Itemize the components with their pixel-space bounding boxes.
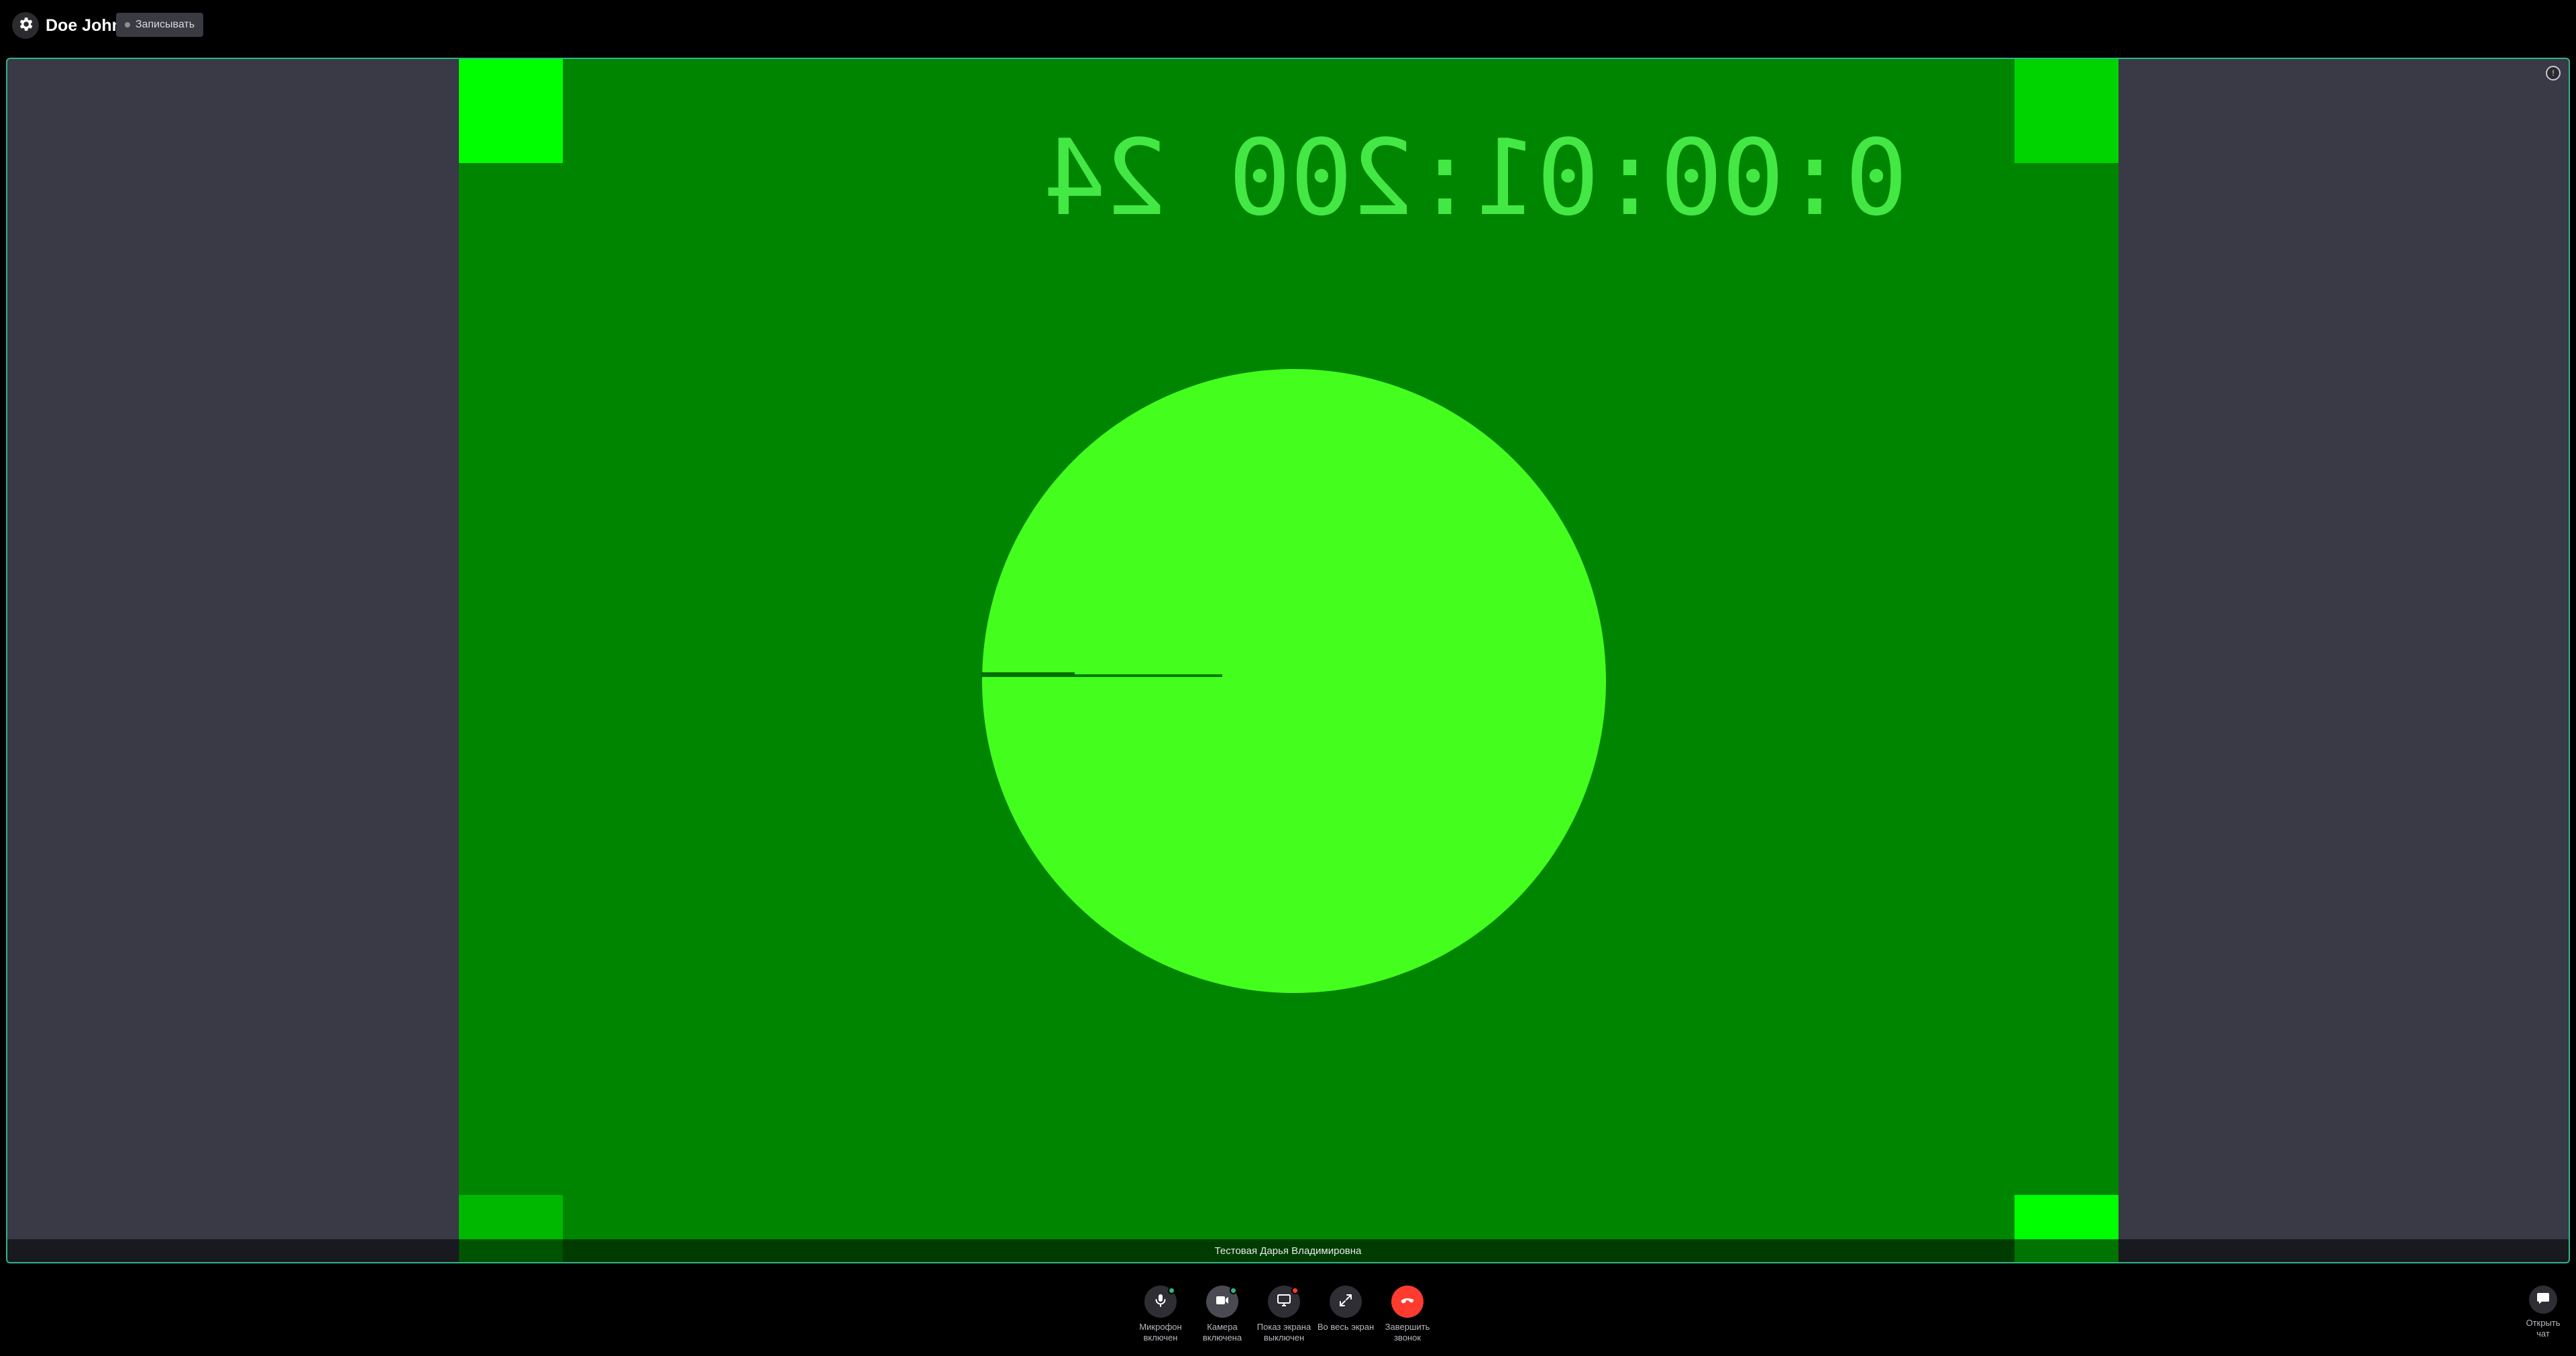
chat-label: Открыть чат [2526, 1318, 2561, 1339]
chat-button[interactable] [2529, 1286, 2557, 1314]
camera-label: Камера включена [1202, 1322, 1242, 1343]
record-dot-icon [124, 22, 130, 28]
microphone-status-dot [1168, 1287, 1175, 1294]
info-icon[interactable]: ! [2546, 66, 2561, 81]
settings-button[interactable] [12, 12, 39, 39]
gear-icon [17, 15, 34, 36]
chat-control[interactable]: Открыть чат [2521, 1286, 2565, 1339]
video-stream: 0:00:01:200 24 [459, 59, 2118, 1262]
phone-hangup-icon [1399, 1292, 1415, 1312]
microphone-control[interactable]: Микрофон включен [1130, 1286, 1191, 1343]
fullscreen-control[interactable]: Во весь экран [1316, 1286, 1376, 1343]
video-timecode: 0:00:01:200 24 [1044, 117, 1908, 239]
screen-share-label: Показ экрана выключен [1256, 1322, 1311, 1343]
test-pattern-circle [982, 369, 1606, 993]
participant-name-bar: Тестовая Дарья Владимировна [7, 1239, 2569, 1262]
top-bar: Doe John Записывать [0, 0, 2576, 54]
microphone-icon [1152, 1292, 1169, 1312]
fullscreen-label: Во весь экран [1317, 1322, 1375, 1332]
microphone-label: Микрофон включен [1139, 1322, 1182, 1343]
screen-share-status-dot [1291, 1287, 1299, 1294]
expand-icon [1338, 1292, 1354, 1312]
user-name: Doe John [46, 16, 122, 35]
hangup-control[interactable]: Завершить звонок [1377, 1286, 1438, 1343]
screen-share-icon [1276, 1292, 1292, 1312]
corner-marker-top-right [2015, 59, 2118, 163]
microphone-button[interactable] [1144, 1286, 1177, 1318]
camera-icon [1214, 1292, 1230, 1312]
screen-share-control[interactable]: Показ экрана выключен [1254, 1286, 1314, 1343]
participant-name: Тестовая Дарья Владимировна [1214, 1245, 1362, 1257]
camera-control[interactable]: Камера включена [1192, 1286, 1252, 1343]
camera-status-dot [1230, 1287, 1237, 1294]
corner-marker-top-left [459, 59, 563, 163]
camera-button[interactable] [1206, 1286, 1238, 1318]
hangup-button[interactable] [1391, 1286, 1424, 1318]
record-button[interactable]: Записывать [116, 13, 203, 37]
record-button-label: Записывать [135, 19, 195, 30]
screen-share-button[interactable] [1268, 1286, 1300, 1318]
test-pattern-hand-shadow [981, 672, 1075, 676]
fullscreen-button[interactable] [1330, 1286, 1362, 1318]
chat-icon [2535, 1290, 2551, 1310]
hangup-label: Завершить звонок [1385, 1322, 1430, 1343]
call-controls: Микрофон включен Камера включена Показ э… [1130, 1286, 1438, 1343]
participant-video-tile[interactable]: 0:00:01:200 24 ! Тестовая Дарья Владимир… [6, 58, 2570, 1263]
